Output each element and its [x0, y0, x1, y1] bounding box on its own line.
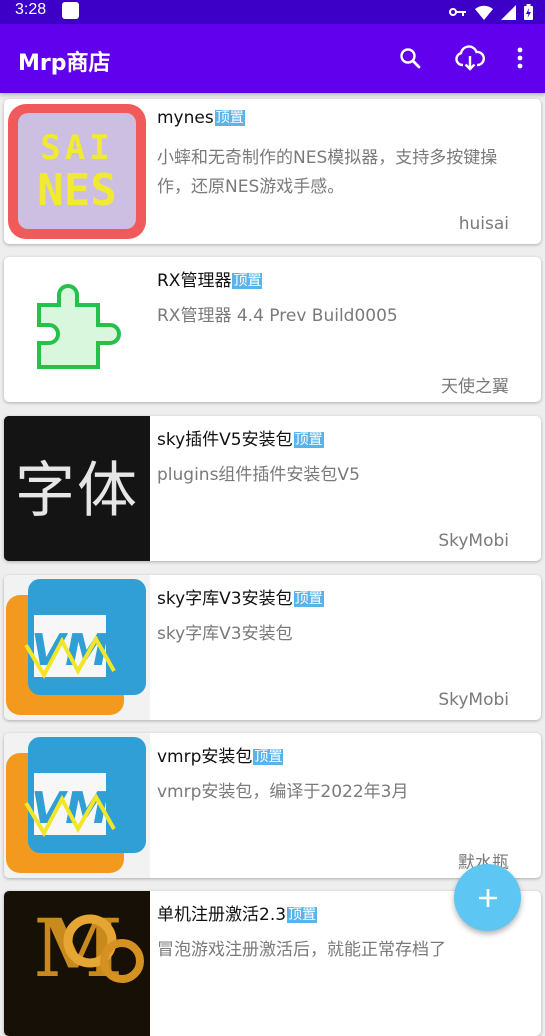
list-item[interactable]: SAI NES mynes 顶置 小蟀和无奇制作的NES模拟器，支持多按键操作，还…: [4, 99, 541, 244]
app-name: 单机注册激活2.3 顶置: [157, 905, 318, 925]
download-button[interactable]: [452, 42, 488, 74]
notification-icon: [62, 2, 79, 19]
app-author: 天使之翼: [441, 377, 509, 397]
app-thumbnail: M: [4, 891, 150, 1036]
app-name: mynes 顶置: [157, 108, 245, 128]
thumb-text-vm: VM: [31, 625, 109, 676]
app-thumbnail: VM: [4, 575, 150, 720]
puzzle-icon: [37, 284, 121, 369]
thumb-text-sai: SAI: [40, 128, 113, 168]
search-button[interactable]: [394, 42, 426, 74]
app-name: vmrp安装包 顶置: [157, 747, 284, 767]
app-thumbnail: [4, 257, 150, 402]
pinned-badge: 顶置: [253, 749, 284, 765]
app-description: plugins组件插件安装包V5: [157, 465, 360, 485]
app-name: sky插件V5安装包 顶置: [157, 430, 324, 450]
more-options-button[interactable]: [504, 42, 536, 74]
app-author: huisai: [458, 214, 509, 234]
app-author: SkyMobi: [438, 690, 509, 710]
app-title: Mrp商店: [18, 51, 111, 76]
list-item[interactable]: RX管理器 顶置 RX管理器 4.4 Prev Build0005 天使之翼: [4, 257, 541, 402]
app-name: sky字库V3安装包 顶置: [157, 589, 324, 609]
list-item[interactable]: VM vmrp安装包 顶置 vmrp安装包，编译于2022年3月 默水瓶: [4, 733, 541, 878]
search-icon: [400, 48, 421, 69]
app-description: RX管理器 4.4 Prev Build0005: [157, 306, 398, 326]
status-bar: 3:28: [0, 0, 545, 24]
download-icon: [455, 45, 485, 71]
wifi-icon: [475, 5, 493, 20]
thumb-text-nes: NES: [37, 165, 116, 216]
app-bar: Mrp商店: [0, 24, 545, 93]
add-icon: [478, 888, 497, 907]
list-item[interactable]: 字体 sky插件V5安装包 顶置 plugins组件插件安装包V5 SkyMobi: [4, 416, 541, 561]
thumb-text-vm: VM: [31, 783, 109, 834]
app-thumbnail: SAI NES: [4, 99, 150, 244]
status-icons: [449, 3, 533, 21]
app-description: 冒泡游戏注册激活后，就能正常存档了: [157, 940, 446, 960]
app-description: sky字库V3安装包: [157, 624, 293, 644]
app-thumbnail: VM: [4, 733, 150, 878]
pinned-badge: 顶置: [287, 907, 318, 923]
status-time: 3:28: [15, 1, 47, 18]
app-name: RX管理器 顶置: [157, 271, 263, 291]
app-description: vmrp安装包，编译于2022年3月: [157, 782, 409, 802]
pinned-badge: 顶置: [214, 110, 245, 126]
battery-icon: [524, 4, 533, 20]
thumb-text-font: 字体: [15, 456, 139, 526]
vpn-key-icon: [449, 8, 466, 16]
pinned-badge: 顶置: [293, 432, 324, 448]
app-author: SkyMobi: [438, 531, 509, 551]
more-vert-icon: [517, 47, 523, 69]
add-button[interactable]: [454, 864, 521, 931]
pinned-badge: 顶置: [232, 273, 263, 289]
app-description: 小蟀和无奇制作的NES模拟器，支持多按键操作，还原NES游戏手感。: [157, 148, 498, 197]
pinned-badge: 顶置: [293, 591, 324, 607]
list-item[interactable]: VM sky字库V3安装包 顶置 sky字库V3安装包 SkyMobi: [4, 575, 541, 720]
signal-icon: [501, 4, 516, 20]
app-thumbnail: 字体: [4, 416, 150, 561]
